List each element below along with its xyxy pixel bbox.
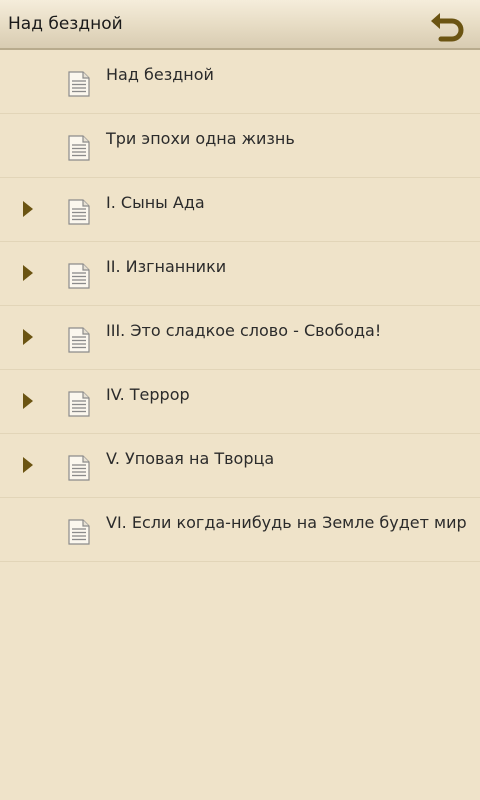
document-icon xyxy=(68,71,90,97)
document-icon xyxy=(68,327,90,353)
toc-item[interactable]: IV. Террор xyxy=(0,370,480,434)
toc-item[interactable]: II. Изгнанники xyxy=(0,242,480,306)
toc-item[interactable]: V. Уповая на Творца xyxy=(0,434,480,498)
toc-item[interactable]: VI. Если когда-нибудь на Земле будет мир xyxy=(0,498,480,562)
toc-item[interactable]: III. Это сладкое слово - Свобода! xyxy=(0,306,480,370)
toc-item-label: Три эпохи одна жизнь xyxy=(106,129,295,148)
document-icon xyxy=(68,519,90,545)
toc-item[interactable]: I. Сыны Ада xyxy=(0,178,480,242)
top-bar: Над бездной xyxy=(0,0,480,50)
toc-item[interactable]: Над бездной xyxy=(0,50,480,114)
back-button[interactable] xyxy=(428,7,470,43)
document-icon xyxy=(68,391,90,417)
toc-item-label: Над бездной xyxy=(106,65,214,84)
expand-arrow-icon[interactable] xyxy=(22,456,34,474)
toc-item[interactable]: Три эпохи одна жизнь xyxy=(0,114,480,178)
expand-arrow-icon[interactable] xyxy=(22,392,34,410)
toc-item-label: II. Изгнанники xyxy=(106,257,227,276)
document-icon xyxy=(68,455,90,481)
toc-item-label: VI. Если когда-нибудь на Земле будет мир xyxy=(106,513,467,532)
document-icon xyxy=(68,263,90,289)
document-icon xyxy=(68,135,90,161)
page-title: Над бездной xyxy=(8,14,123,34)
toc-item-label: III. Это сладкое слово - Свобода! xyxy=(106,321,382,340)
expand-arrow-icon[interactable] xyxy=(22,200,34,218)
toc-item-label: I. Сыны Ада xyxy=(106,193,205,212)
toc-list: Над бездной Три эпохи одна жизнь I. Сыны… xyxy=(0,50,480,562)
expand-arrow-icon[interactable] xyxy=(22,264,34,282)
expand-arrow-icon[interactable] xyxy=(22,328,34,346)
toc-item-label: V. Уповая на Творца xyxy=(106,449,275,468)
undo-arrow-icon xyxy=(431,13,464,42)
toc-item-label: IV. Террор xyxy=(106,385,190,404)
document-icon xyxy=(68,199,90,225)
